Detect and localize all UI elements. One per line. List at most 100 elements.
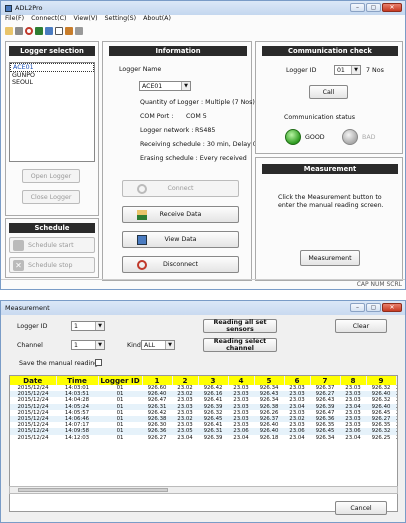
receive-data-button[interactable]: Receive Data <box>122 206 239 223</box>
maximize-button[interactable]: ▢ <box>366 303 381 312</box>
table-cell: 23.0 <box>396 415 397 423</box>
chevron-down-icon: ▼ <box>351 66 360 74</box>
column-header[interactable]: Date <box>10 376 57 385</box>
close-button[interactable]: ✕ <box>382 3 402 12</box>
table-cell: 926.34 <box>315 434 335 441</box>
network-value: RS485 <box>195 127 216 134</box>
call-button[interactable]: Call <box>309 85 348 99</box>
table-cell: 23.0 <box>396 385 397 391</box>
settings-icon[interactable] <box>65 26 73 35</box>
reading-all-button[interactable]: Reading all set sensors <box>203 319 277 333</box>
good-label: GOOD <box>305 134 325 141</box>
chevron-down-icon: ▼ <box>181 82 190 90</box>
table-icon[interactable] <box>45 26 53 35</box>
menu-file[interactable]: File(F) <box>5 15 24 24</box>
schedule-stop-icon: ✕ <box>13 259 24 271</box>
menu-bar: File(F) Connect(C) View(V) Setting(S) Ab… <box>1 15 405 24</box>
information-header: Information <box>109 46 247 56</box>
m-logger-id-select[interactable]: 1 ▼ <box>71 321 105 331</box>
mail-icon[interactable] <box>55 26 63 35</box>
logger-name-value: ACE01 <box>142 83 163 90</box>
table-cell: 926.25 <box>371 434 391 441</box>
table-cell: 14:12:03 <box>64 434 90 441</box>
main-titlebar: ADL2Pro – ▢ ✕ <box>1 1 405 15</box>
close-button[interactable]: ✕ <box>382 303 402 312</box>
m-logger-id-label: Logger ID <box>17 323 48 330</box>
table-cell: 23.04 <box>289 434 305 441</box>
schedule-header: Schedule <box>9 223 95 233</box>
m-channel-select[interactable]: 1 ▼ <box>71 340 105 350</box>
receive-icon[interactable] <box>35 26 43 35</box>
status-bar: CAP NUM SCRL <box>1 279 405 289</box>
column-header[interactable]: Logger ID <box>98 376 143 385</box>
comm-logger-id-select[interactable]: 01 ▼ <box>334 65 361 75</box>
disconnect-icon[interactable] <box>25 26 33 35</box>
disconnect-icon <box>137 260 147 270</box>
maximize-button[interactable]: ▢ <box>366 3 381 12</box>
column-header[interactable]: 6 <box>284 376 311 385</box>
disconnect-label: Disconnect <box>163 261 198 268</box>
logger-selection-panel: Logger selection ACE01 GUNPO SEOUL Open … <box>5 41 99 216</box>
good-indicator-icon <box>285 129 301 145</box>
logger-icon[interactable] <box>15 26 23 35</box>
receive-data-label: Receive Data <box>159 211 202 218</box>
logger-item-ace01[interactable]: ACE01 <box>10 63 94 72</box>
logger-name-select[interactable]: ACE01 ▼ <box>139 81 191 91</box>
menu-connect[interactable]: Connect(C) <box>31 15 66 24</box>
open-logger-button[interactable]: Open Logger <box>22 169 80 183</box>
table-cell: 926.18 <box>259 434 279 441</box>
reading-select-button[interactable]: Reading select channel <box>203 338 277 352</box>
schedule-stop-button[interactable]: ✕ Schedule stop <box>9 257 95 273</box>
table-cell: 01 <box>116 434 124 441</box>
information-panel: Information Logger Name ACE01 ▼ Quantity… <box>102 41 271 281</box>
bad-label: BAD <box>362 134 376 141</box>
header-row: DateTimeLogger ID12345678910 <box>10 376 397 385</box>
chevron-down-icon: ▼ <box>95 341 104 349</box>
column-header[interactable]: 9 <box>366 376 397 385</box>
connect-button[interactable]: Connect <box>122 180 239 197</box>
open-icon[interactable] <box>5 26 13 35</box>
clear-button[interactable]: Clear <box>335 319 387 333</box>
column-header[interactable]: 5 <box>254 376 285 385</box>
bad-indicator-icon <box>342 129 358 145</box>
scroll-thumb[interactable] <box>18 488 168 492</box>
table-cell: 23.04 <box>345 434 361 441</box>
view-data-button[interactable]: View Data <box>122 231 239 248</box>
schedule-start-button[interactable]: Schedule start <box>9 237 95 253</box>
minimize-button[interactable]: – <box>350 303 365 312</box>
measurement-window-title: Measurement <box>5 304 50 312</box>
disconnect-button[interactable]: Disconnect <box>122 256 239 273</box>
communication-panel: Communication check Logger ID 01 ▼ 7 Nos… <box>255 41 403 154</box>
column-header[interactable]: 1 <box>142 376 173 385</box>
column-header[interactable]: Time <box>56 376 99 385</box>
column-header[interactable]: 8 <box>340 376 367 385</box>
logger-list[interactable]: ACE01 GUNPO SEOUL <box>9 62 95 162</box>
logger-item-seoul[interactable]: SEOUL <box>10 79 94 86</box>
window-title: ADL2Pro <box>15 4 43 12</box>
column-header[interactable]: 4 <box>228 376 255 385</box>
main-window: ADL2Pro – ▢ ✕ File(F) Connect(C) View(V)… <box>0 0 406 290</box>
column-header[interactable]: 7 <box>310 376 341 385</box>
measurement-desc: Click the Measurement button to enter th… <box>278 194 384 209</box>
column-header[interactable]: 3 <box>198 376 229 385</box>
table-row[interactable]: 2015/12/24 14:12:03 01 926.27 23.04 926.39 23.… <box>10 434 397 441</box>
logger-item-gunpo[interactable]: GUNPO <box>10 72 94 79</box>
minimize-button[interactable]: – <box>350 3 365 12</box>
cancel-button[interactable]: Cancel <box>335 501 387 515</box>
toolbar <box>1 25 405 36</box>
m-kind-select[interactable]: ALL ▼ <box>141 340 175 350</box>
column-header[interactable]: 2 <box>172 376 199 385</box>
measurement-button[interactable]: Measurement <box>300 250 360 266</box>
save-reading-checkbox[interactable] <box>95 359 102 366</box>
menu-setting[interactable]: Setting(S) <box>105 15 136 24</box>
column-header[interactable]: 10 <box>396 376 397 385</box>
m-kind-label: Kind <box>127 342 141 349</box>
menu-about[interactable]: About(A) <box>143 15 171 24</box>
menu-view[interactable]: View(V) <box>73 15 97 24</box>
m-logger-id-value: 1 <box>74 323 78 330</box>
close-logger-button[interactable]: Close Logger <box>22 190 80 204</box>
table-cell: 23.04 <box>233 434 249 441</box>
tools-icon[interactable] <box>75 26 83 35</box>
horizontal-scrollbar[interactable] <box>9 486 398 494</box>
chevron-down-icon: ▼ <box>95 322 104 330</box>
